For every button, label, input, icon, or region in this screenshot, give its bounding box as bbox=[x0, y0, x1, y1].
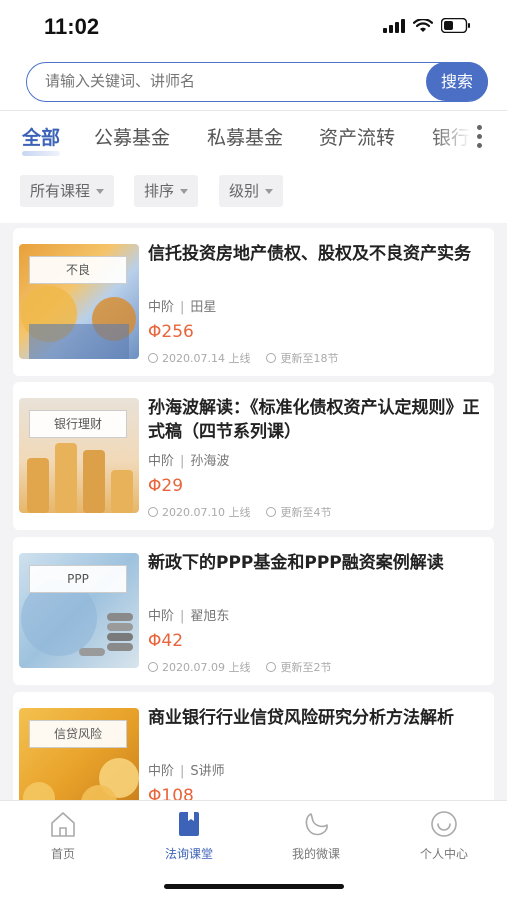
course-meta: 中阶 | 翟旭东 bbox=[148, 609, 230, 624]
category-tabs: 全部 公募基金 私募基金 资产流转 银行 bbox=[0, 111, 507, 161]
course-thumbnail: PPP bbox=[19, 553, 139, 668]
tabs-fade bbox=[431, 111, 481, 161]
filter-label: 排序 bbox=[144, 182, 175, 200]
course-online-date: 2020.07.10 上线 bbox=[162, 506, 251, 519]
my-course-icon bbox=[305, 813, 328, 836]
course-info: 2020.07.14 上线 更新至18节 bbox=[148, 350, 338, 366]
course-info: 2020.07.10 上线 更新至4节 bbox=[148, 504, 331, 520]
status-time: 11:02 bbox=[44, 14, 100, 39]
filter-label: 级别 bbox=[229, 182, 260, 200]
nav-classroom[interactable]: 法询课堂 bbox=[139, 809, 239, 862]
course-title: 信托投资房地产债权、股权及不良资产实务 bbox=[148, 244, 471, 264]
course-info: 2020.07.09 上线 更新至2节 bbox=[148, 659, 331, 675]
thumbnail-label: 信贷风险 bbox=[29, 720, 127, 748]
filter-label: 所有课程 bbox=[30, 182, 91, 200]
search-box: 搜索 bbox=[26, 62, 488, 102]
course-lecturer: 孙海波 bbox=[190, 454, 230, 469]
course-online-date: 2020.07.14 上线 bbox=[162, 352, 251, 365]
course-thumbnail: 信贷风险 bbox=[19, 708, 139, 800]
course-title: 新政下的PPP基金和PPP融资案例解读 bbox=[148, 553, 444, 573]
course-list: 不良 信托投资房地产债权、股权及不良资产实务 中阶 | 田星 Φ256 2020.0… bbox=[0, 223, 507, 800]
course-title: 孙海波解读：《标准化债权资产认定规则》正式稿（四节系列课） bbox=[148, 398, 480, 442]
course-price: Φ256 bbox=[148, 322, 194, 342]
filter-sort[interactable]: 排序 bbox=[134, 175, 199, 207]
course-title: 商业银行行业信贷风险研究分析方法解析 bbox=[148, 708, 454, 728]
caret-down-icon bbox=[180, 188, 189, 194]
course-thumbnail: 不良 bbox=[19, 244, 139, 359]
signal-icon bbox=[383, 18, 405, 33]
course-updated: 更新至2节 bbox=[280, 661, 332, 674]
clock-icon bbox=[266, 353, 277, 363]
course-level: 中阶 bbox=[148, 764, 175, 779]
course-level: 中阶 bbox=[148, 300, 175, 315]
filter-all-courses[interactable]: 所有课程 bbox=[20, 175, 115, 207]
thumbnail-label: 不良 bbox=[29, 256, 127, 284]
course-updated: 更新至18节 bbox=[280, 352, 339, 365]
course-lecturer: 田星 bbox=[190, 300, 217, 315]
nav-home[interactable]: 首页 bbox=[13, 809, 113, 862]
course-price: Φ29 bbox=[148, 476, 184, 496]
search-input[interactable] bbox=[45, 63, 425, 100]
profile-icon bbox=[431, 811, 457, 837]
nav-label: 首页 bbox=[50, 847, 75, 861]
tab-all[interactable]: 全部 bbox=[22, 123, 60, 150]
caret-down-icon bbox=[265, 188, 274, 194]
nav-my-course[interactable]: 我的微课 bbox=[266, 809, 366, 862]
course-card[interactable]: PPP 新政下的PPP基金和PPP融资案例解读 中阶 | 翟旭东 Φ42 2020.… bbox=[13, 537, 494, 685]
course-meta: 中阶 | S讲师 bbox=[148, 764, 225, 779]
course-lecturer: 翟旭东 bbox=[190, 609, 230, 624]
thumbnail-label: PPP bbox=[29, 565, 127, 593]
nav-label: 法询课堂 bbox=[164, 847, 213, 861]
course-meta: 中阶 | 田星 bbox=[148, 300, 217, 315]
tab-asset-transfer[interactable]: 资产流转 bbox=[319, 123, 395, 150]
status-bar: 11:02 bbox=[0, 0, 507, 54]
course-price: Φ42 bbox=[148, 631, 184, 651]
search-button[interactable]: 搜索 bbox=[426, 62, 488, 101]
thumbnail-label: 银行理财 bbox=[29, 410, 127, 438]
search-area: 搜索 bbox=[0, 54, 507, 110]
filter-bar: 所有课程 排序 级别 bbox=[0, 161, 507, 223]
nav-label: 个人中心 bbox=[419, 847, 468, 861]
battery-icon bbox=[441, 18, 470, 33]
tab-private-fund[interactable]: 私募基金 bbox=[207, 123, 283, 150]
upload-icon bbox=[148, 353, 158, 363]
course-updated: 更新至4节 bbox=[280, 506, 332, 519]
upload-icon bbox=[148, 662, 158, 672]
upload-icon bbox=[148, 507, 158, 517]
tab-public-fund[interactable]: 公募基金 bbox=[94, 123, 170, 150]
course-card[interactable]: 信贷风险 商业银行行业信贷风险研究分析方法解析 中阶 | S讲师 Φ108 bbox=[13, 692, 494, 800]
home-indicator bbox=[164, 884, 344, 889]
course-lecturer: S讲师 bbox=[190, 764, 225, 779]
clock-icon bbox=[266, 662, 277, 672]
clock-icon bbox=[266, 507, 277, 517]
filter-level[interactable]: 级别 bbox=[219, 175, 284, 207]
status-icons bbox=[383, 18, 471, 33]
course-level: 中阶 bbox=[148, 454, 175, 469]
tab-active-indicator bbox=[22, 151, 60, 156]
course-meta: 中阶 | 孙海波 bbox=[148, 454, 230, 469]
course-card[interactable]: 银行理财 孙海波解读：《标准化债权资产认定规则》正式稿（四节系列课） 中阶 | 孙海… bbox=[13, 382, 494, 530]
wifi-icon bbox=[413, 18, 433, 32]
more-icon[interactable] bbox=[477, 125, 483, 148]
home-icon bbox=[51, 812, 75, 837]
classroom-icon bbox=[179, 812, 199, 836]
caret-down-icon bbox=[96, 188, 105, 194]
course-card[interactable]: 不良 信托投资房地产债权、股权及不良资产实务 中阶 | 田星 Φ256 2020.0… bbox=[13, 228, 494, 376]
course-thumbnail: 银行理财 bbox=[19, 398, 139, 513]
nav-label: 我的微课 bbox=[291, 847, 340, 861]
course-price: Φ108 bbox=[148, 786, 194, 800]
course-online-date: 2020.07.09 上线 bbox=[162, 661, 251, 674]
nav-profile[interactable]: 个人中心 bbox=[394, 809, 494, 862]
course-level: 中阶 bbox=[148, 609, 175, 624]
